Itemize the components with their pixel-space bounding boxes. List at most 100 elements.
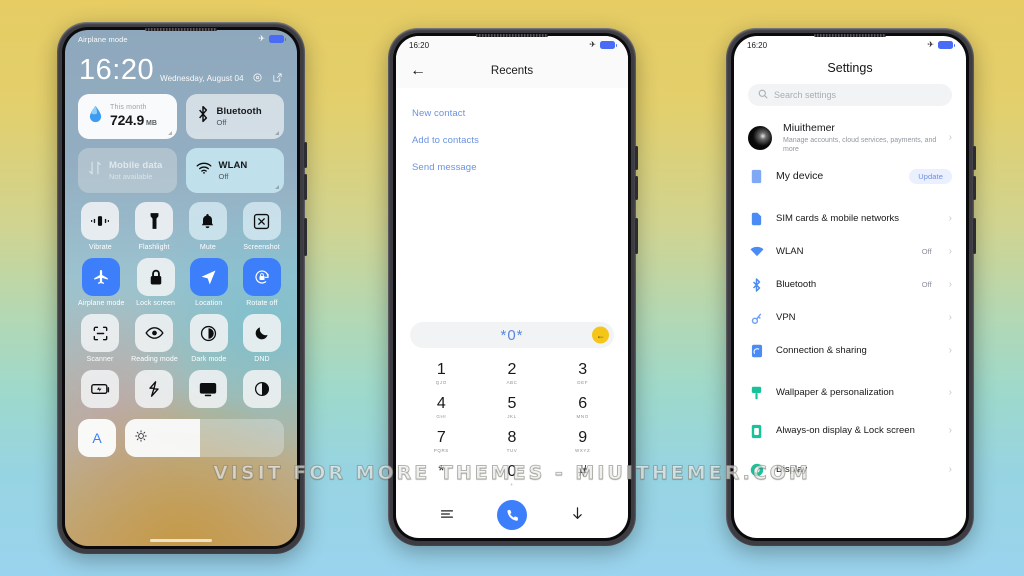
- edit-icon[interactable]: [272, 72, 283, 83]
- back-arrow-icon[interactable]: ←: [410, 63, 426, 79]
- home-indicator[interactable]: [150, 539, 212, 542]
- key-4[interactable]: 4 GHI: [406, 390, 477, 424]
- tile-cast[interactable]: [186, 370, 231, 412]
- settings-row-sim-cards[interactable]: SIM cards & mobile networks ›: [734, 202, 966, 235]
- tile-corner-handle[interactable]: [275, 185, 279, 189]
- settings-row-wallpaper[interactable]: Wallpaper & personalization ›: [734, 376, 966, 409]
- tile-reading-mode[interactable]: Reading mode: [131, 314, 178, 363]
- screenshot-icon: [242, 202, 281, 240]
- tile-bluetooth[interactable]: Bluetooth Off: [185, 94, 284, 139]
- bell-icon: [188, 202, 227, 240]
- tile-mute[interactable]: Mute: [186, 202, 231, 251]
- volume-down-button[interactable]: [635, 176, 638, 200]
- volume-down-button[interactable]: [304, 174, 307, 200]
- chevron-right-icon: ›: [948, 278, 952, 290]
- status-time: 16:20: [747, 40, 768, 50]
- tile-corner-handle[interactable]: [167, 131, 172, 135]
- battery-icon: [269, 35, 286, 43]
- down-arrow-icon[interactable]: [571, 506, 584, 524]
- settings-gear-icon[interactable]: [252, 72, 263, 83]
- tile-vibrate[interactable]: Vibrate: [78, 202, 123, 251]
- menu-icon[interactable]: [440, 508, 454, 523]
- tile-label: Location: [195, 300, 223, 307]
- tile-label: Mute: [199, 244, 216, 251]
- tile-mobile-data[interactable]: Mobile data Not available: [78, 148, 177, 193]
- key-5[interactable]: 5 JKL: [477, 390, 548, 424]
- tile-label: Vibrate: [88, 244, 112, 251]
- key-letters: ABC: [506, 379, 518, 385]
- key-hash[interactable]: #: [547, 458, 618, 492]
- settings-label: WLAN: [776, 245, 804, 257]
- device-icon: [748, 168, 765, 185]
- key-9[interactable]: 9 WXYZ: [547, 424, 618, 458]
- key-3[interactable]: 3 DEF: [547, 356, 618, 390]
- earpiece-grill: [814, 34, 886, 37]
- key-8[interactable]: 8 TUV: [477, 424, 548, 458]
- settings-row-aod-lock-screen[interactable]: Always-on display & Lock screen ›: [734, 409, 966, 453]
- action-send-message[interactable]: Send message: [412, 154, 612, 181]
- tile-battery-saver[interactable]: [78, 370, 123, 412]
- tile-brightness[interactable]: [239, 370, 284, 412]
- search-placeholder: Search settings: [774, 90, 837, 100]
- tile-dnd[interactable]: DND: [240, 314, 284, 363]
- chevron-right-icon: ›: [948, 344, 952, 356]
- data-usage-period: This month: [110, 103, 147, 111]
- tile-airplane-mode[interactable]: Airplane mode: [78, 258, 124, 307]
- volume-down-button[interactable]: [973, 176, 976, 200]
- tile-wlan[interactable]: WLAN Off: [185, 148, 284, 193]
- settings-row-account[interactable]: Miuithemer Manage accounts, cloud servic…: [734, 116, 966, 160]
- key-star[interactable]: *: [406, 458, 477, 492]
- header-icons: [252, 72, 283, 85]
- action-new-contact[interactable]: New contact: [412, 100, 612, 127]
- tile-corner-handle[interactable]: [275, 131, 279, 135]
- key-6[interactable]: 6 MNO: [547, 390, 618, 424]
- call-button[interactable]: [497, 500, 528, 530]
- volume-up-button[interactable]: [973, 146, 976, 170]
- account-name: Miuithemer: [783, 121, 835, 134]
- tile-flashlight[interactable]: Flashlight: [132, 202, 177, 251]
- update-badge[interactable]: Update: [909, 169, 952, 184]
- tile-lock-screen[interactable]: Lock screen: [133, 258, 177, 307]
- action-add-to-contacts[interactable]: Add to contacts: [412, 127, 612, 154]
- power-button[interactable]: [973, 218, 976, 254]
- status-right-group: ✈: [589, 41, 617, 49]
- volume-up-button[interactable]: [304, 142, 307, 168]
- wlan-status: Off: [218, 172, 229, 181]
- key-7[interactable]: 7 PQRS: [406, 424, 477, 458]
- tile-location[interactable]: Location: [187, 258, 231, 307]
- clock-time: 16:20: [79, 54, 155, 86]
- phone2-screen: 16:20 ✈ ← Recents New contact Add to con…: [396, 36, 628, 538]
- tile-screenshot[interactable]: Screenshot: [239, 202, 284, 251]
- earpiece-grill: [145, 28, 217, 31]
- key-1[interactable]: 1 QJO: [406, 356, 477, 390]
- bluetooth-title: Bluetooth: [216, 106, 262, 117]
- search-input[interactable]: Search settings: [748, 84, 952, 106]
- power-button[interactable]: [304, 218, 307, 256]
- tile-data-usage[interactable]: This month 724.9 MB: [78, 94, 177, 139]
- tile-label: Screenshot: [243, 244, 280, 251]
- chevron-right-icon: ›: [948, 132, 952, 143]
- settings-row-my-device[interactable]: My device Update: [734, 160, 966, 193]
- volume-up-button[interactable]: [635, 146, 638, 170]
- phone-settings: 16:20 ✈ Settings Search settings Miuithe…: [726, 28, 976, 546]
- key-2[interactable]: 2 ABC: [477, 356, 548, 390]
- backspace-icon[interactable]: ←: [592, 326, 609, 344]
- settings-row-vpn[interactable]: VPN ›: [734, 301, 966, 334]
- settings-row-display[interactable]: Display ›: [734, 453, 966, 486]
- tile-dark-mode[interactable]: Dark mode: [187, 314, 231, 363]
- settings-row-wlan[interactable]: WLAN Off ›: [734, 235, 966, 268]
- chevron-right-icon: ›: [948, 311, 952, 323]
- key-0[interactable]: 0 +: [477, 458, 548, 492]
- auto-brightness-button[interactable]: A: [78, 419, 116, 457]
- power-button[interactable]: [635, 218, 638, 254]
- brightness-slider[interactable]: [125, 419, 284, 457]
- chevron-right-icon: ›: [948, 425, 952, 436]
- big-tile-row-2: Mobile data Not available WLAN Off: [78, 148, 284, 193]
- tile-sync[interactable]: [132, 370, 177, 412]
- settings-row-connection-sharing[interactable]: Connection & sharing ›: [734, 334, 966, 367]
- tile-rotate-off[interactable]: Rotate off: [240, 258, 284, 307]
- phone1-screen: Airplane mode ✈ 16:20 Wednesday, August …: [65, 30, 297, 546]
- settings-row-bluetooth[interactable]: Bluetooth Off ›: [734, 268, 966, 301]
- tile-scanner[interactable]: Scanner: [78, 314, 122, 363]
- dial-input[interactable]: *0* ←: [410, 322, 614, 348]
